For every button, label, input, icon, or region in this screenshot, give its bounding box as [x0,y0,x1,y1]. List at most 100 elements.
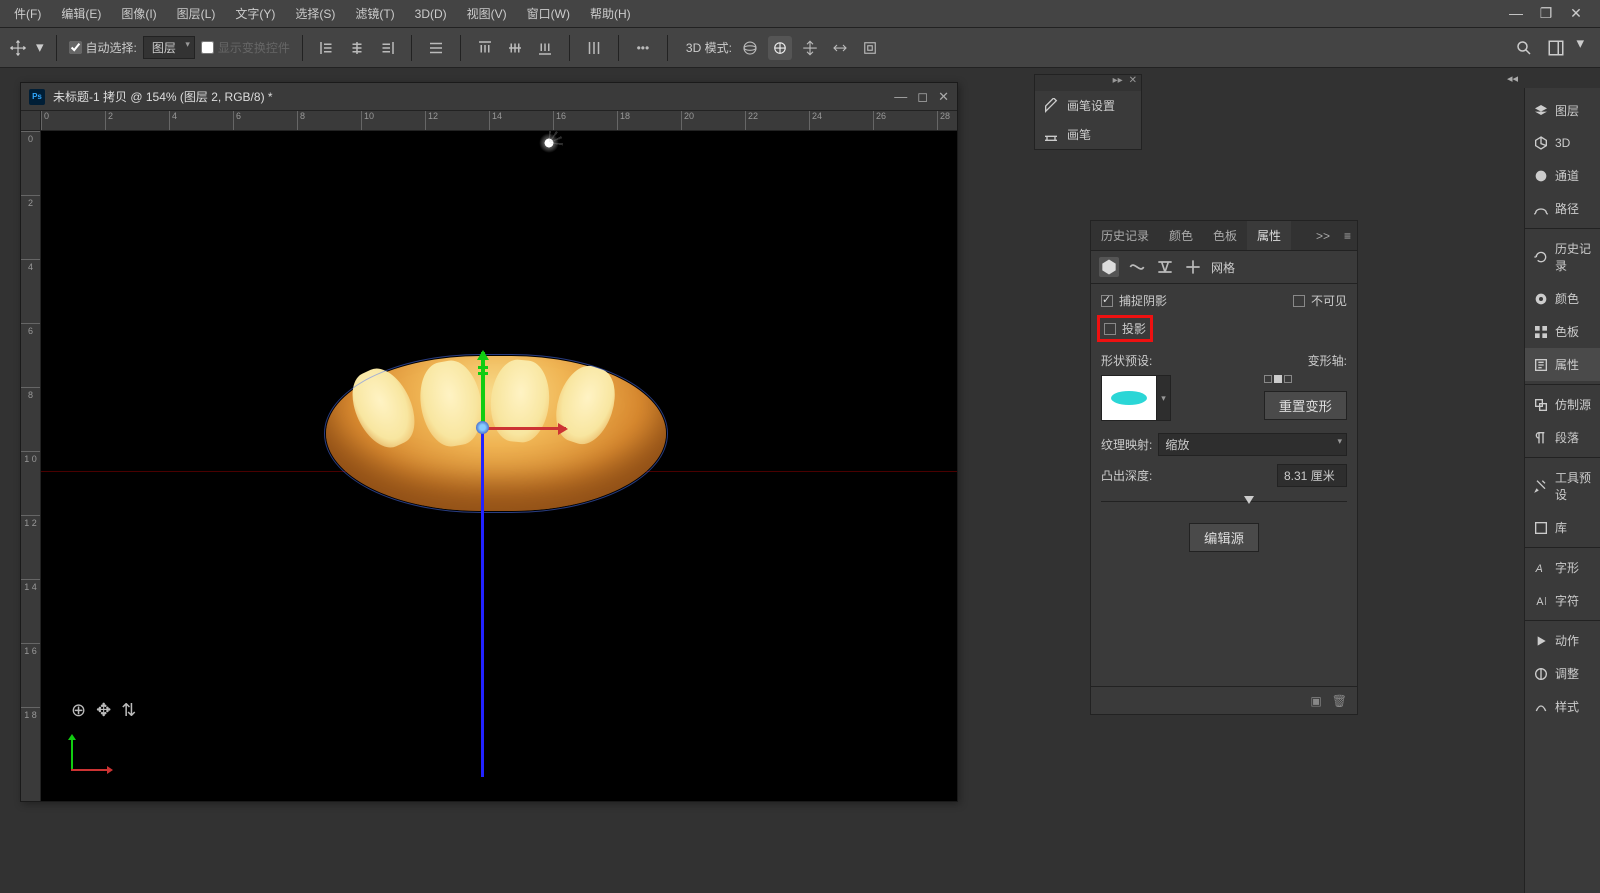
canvas[interactable]: ⊕ ✥ ⇅ [41,131,957,801]
strip-swatches[interactable]: 色板 [1525,315,1600,348]
workspace-icon[interactable] [1544,36,1568,60]
doc-minimize-button[interactable]: — [894,89,907,105]
auto-select-checkbox[interactable]: 自动选择: [69,39,137,56]
strip-3d[interactable]: 3D [1525,127,1600,159]
strip-properties[interactable]: 属性 [1525,348,1600,381]
tab-history[interactable]: 历史记录 [1091,221,1159,250]
workspace-dropdown-icon[interactable]: ▾ [1576,36,1584,60]
minimize-button[interactable]: — [1504,5,1528,22]
app-close-button[interactable]: ✕ [1564,5,1588,22]
menu-window[interactable]: 窗口(W) [517,0,580,28]
3d-pan-icon[interactable] [798,36,822,60]
strip-tool-presets[interactable]: 工具预设 [1525,461,1600,511]
menu-layer[interactable]: 图层(L) [167,0,226,28]
panel-close-icon[interactable]: ✕ [1129,75,1137,91]
slider-thumb[interactable] [1244,496,1254,504]
strip-actions[interactable]: 动作 [1525,624,1600,657]
axis-toggle[interactable] [1274,375,1282,383]
strip-adjustments[interactable]: 调整 [1525,657,1600,690]
shape-preset-dropdown-icon[interactable]: ▾ [1157,375,1171,421]
deform-icon[interactable] [1127,257,1147,277]
align-left-icon[interactable] [315,36,339,60]
align-right-icon[interactable] [375,36,399,60]
tab-swatches[interactable]: 色板 [1203,221,1247,250]
auto-select-target-dropdown[interactable]: 图层 [143,36,195,59]
cast-shadow-label: 投影 [1122,320,1146,337]
menu-view[interactable]: 视图(V) [457,0,517,28]
gizmo-x-axis[interactable] [481,427,566,430]
tab-color[interactable]: 颜色 [1159,221,1203,250]
tabs-overflow-icon[interactable]: >> [1308,229,1338,243]
doc-maximize-button[interactable]: ◻ [917,89,928,105]
invisible-checkbox[interactable]: 不可见 [1293,292,1347,309]
move-tool-icon[interactable] [6,36,30,60]
light-widget-icon[interactable] [539,133,559,153]
edit-source-button[interactable]: 编辑源 [1189,523,1259,552]
strip-clone[interactable]: 仿制源 [1525,388,1600,421]
strip-character[interactable]: A字符 [1525,584,1600,617]
align-hcenter-icon[interactable] [345,36,369,60]
ruler-vertical[interactable]: 0 2 4 6 8 1 0 1 2 1 4 1 6 1 8 [21,131,41,801]
strip-styles[interactable]: 样式 [1525,690,1600,723]
bread-3d-object[interactable] [326,356,666,511]
panel-collapse-icon[interactable]: ◂◂ [1507,72,1518,85]
extrude-depth-field[interactable]: 8.31 厘米 [1277,464,1347,487]
extrude-depth-slider[interactable] [1101,495,1347,509]
gizmo-origin[interactable] [476,421,489,434]
strip-layers[interactable]: 图层 [1525,94,1600,127]
cap-icon[interactable] [1155,257,1175,277]
restore-button[interactable]: ❐ [1534,5,1558,22]
3d-rotate-icon[interactable] [768,36,792,60]
align-bottom-icon[interactable] [533,36,557,60]
brush-settings-item[interactable]: 画笔设置 [1035,91,1141,120]
strip-paths[interactable]: 路径 [1525,192,1600,225]
distribute-icon[interactable] [424,36,448,60]
menu-help[interactable]: 帮助(H) [580,0,641,28]
strip-history[interactable]: 历史记录 [1525,232,1600,282]
pan-icon[interactable]: ✥ [96,700,111,721]
brush-item[interactable]: 画笔 [1035,120,1141,149]
reset-deform-button[interactable]: 重置变形 [1264,391,1347,420]
ruler-horizontal[interactable]: 0 2 4 6 8 10 12 14 16 18 20 22 24 26 28 [41,111,957,131]
trash-icon[interactable]: 🗑 [1332,694,1347,708]
menu-filter[interactable]: 滤镜(T) [345,0,404,28]
tab-properties[interactable]: 属性 [1247,221,1291,250]
strip-glyphs[interactable]: A字形 [1525,551,1600,584]
distribute-v-icon[interactable] [582,36,606,60]
more-align-icon[interactable]: ••• [631,36,655,60]
gizmo-y-axis[interactable] [481,352,485,427]
capture-shadow-checkbox[interactable]: 捕捉阴影 [1101,292,1167,309]
axis-toggle[interactable] [1284,375,1292,383]
texture-mapping-select[interactable]: 缩放 [1158,433,1347,456]
strip-paragraph[interactable]: 段落 [1525,421,1600,454]
coordinates-icon[interactable] [1183,257,1203,277]
search-icon[interactable] [1512,36,1536,60]
show-transform-checkbox[interactable]: 显示变换控件 [201,39,290,56]
axis-toggle[interactable] [1264,375,1272,383]
panel-collapse-icon[interactable]: ▸▸ [1113,75,1123,91]
mesh-icon[interactable] [1099,257,1119,277]
strip-libraries[interactable]: 库 [1525,511,1600,544]
align-vcenter-icon[interactable] [503,36,527,60]
menu-file[interactable]: 件(F) [4,0,51,28]
panel-menu-icon[interactable]: ≡ [1338,229,1357,243]
3d-scale-icon[interactable] [858,36,882,60]
render-icon[interactable]: ▣ [1310,694,1321,708]
globe-icon[interactable]: ⊕ [71,700,86,721]
shape-preset-picker[interactable]: ▾ [1101,375,1171,421]
strip-channels[interactable]: 通道 [1525,159,1600,192]
cast-shadow-checkbox[interactable]: 投影 [1104,320,1146,337]
tool-dropdown-icon[interactable]: ▾ [36,40,44,55]
3d-orbit-icon[interactable] [738,36,762,60]
strip-color[interactable]: 颜色 [1525,282,1600,315]
menu-select[interactable]: 选择(S) [285,0,345,28]
gizmo-z-axis[interactable] [481,427,484,777]
3d-slide-icon[interactable] [828,36,852,60]
align-top-icon[interactable] [473,36,497,60]
menu-image[interactable]: 图像(I) [111,0,166,28]
menu-3d[interactable]: 3D(D) [405,0,457,28]
menu-type[interactable]: 文字(Y) [225,0,285,28]
zoom-icon[interactable]: ⇅ [121,700,136,721]
menu-edit[interactable]: 编辑(E) [51,0,111,28]
doc-close-button[interactable]: ✕ [938,89,949,105]
